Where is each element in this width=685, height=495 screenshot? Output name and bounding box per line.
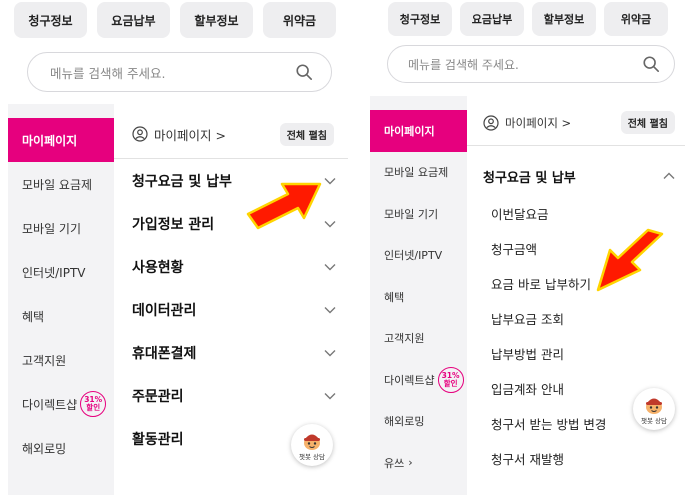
chevron-down-icon bbox=[324, 306, 336, 313]
sidebar-item-mobile-device[interactable]: 모바일 기기 bbox=[370, 193, 467, 235]
submenu-bill-reissue[interactable]: 청구서 재발행 bbox=[467, 441, 685, 476]
quick-installment-button[interactable]: 할부정보 bbox=[180, 2, 253, 38]
mypage-link-label: 마이페이지 > bbox=[154, 127, 226, 143]
mypage-link-label: 마이페이지 > bbox=[505, 115, 572, 130]
sidebar-item-mobile-plan[interactable]: 모바일 요금제 bbox=[8, 162, 114, 206]
sidebar-item-direct-shop[interactable]: 다이렉트샵 31% 할인 bbox=[8, 382, 114, 426]
chevron-down-icon bbox=[324, 220, 336, 227]
quick-pay-bill-button[interactable]: 요금납부 bbox=[97, 2, 170, 38]
sidebar-item-benefits[interactable]: 혜택 bbox=[8, 294, 114, 338]
search-input[interactable]: 메뉴를 검색해 주세요. bbox=[387, 45, 675, 83]
sidebar-item-label: 다이렉트샵 bbox=[384, 373, 435, 387]
category-phone-payment[interactable]: 휴대폰결제 bbox=[114, 331, 348, 374]
search-icon[interactable] bbox=[642, 55, 660, 73]
quick-penalty-button[interactable]: 위약금 bbox=[263, 2, 336, 38]
discount-badge-text: 할인 bbox=[86, 403, 101, 412]
category-data[interactable]: 데이터관리 bbox=[114, 288, 348, 331]
mypage-header: 마이페이지 > 전체 펼침 bbox=[467, 96, 685, 146]
search-input[interactable]: 메뉴를 검색해 주세요. bbox=[27, 52, 332, 92]
discount-badge-text: 할인 bbox=[443, 378, 458, 388]
sidebar: 마이페이지 모바일 요금제 모바일 기기 인터넷/IPTV 혜택 고객지원 다이… bbox=[370, 96, 467, 495]
sidebar-item-internet-iptv[interactable]: 인터넷/IPTV bbox=[370, 235, 467, 277]
chevron-down-icon bbox=[324, 177, 336, 184]
sidebar-item-label: 다이렉트샵 bbox=[22, 397, 78, 412]
chevron-up-icon bbox=[663, 172, 675, 179]
chevron-down-icon bbox=[324, 263, 336, 270]
sidebar: 마이페이지 모바일 요금제 모바일 기기 인터넷/IPTV 혜택 고객지원 다이… bbox=[8, 104, 114, 495]
sidebar-item-mypage[interactable]: 마이페이지 bbox=[8, 118, 114, 162]
sidebar-item-mobile-device[interactable]: 모바일 기기 bbox=[8, 206, 114, 250]
red-arrow-icon bbox=[596, 228, 664, 292]
sidebar-item-mobile-plan[interactable]: 모바일 요금제 bbox=[370, 152, 467, 194]
quick-pay-bill-button[interactable]: 요금납부 bbox=[460, 2, 524, 36]
category-label: 가입정보 관리 bbox=[132, 216, 215, 233]
quick-installment-button[interactable]: 할부정보 bbox=[532, 2, 596, 36]
chatbot-mascot-icon bbox=[304, 434, 320, 450]
category-usage[interactable]: 사용현황 bbox=[114, 245, 348, 288]
category-label: 사용현황 bbox=[132, 259, 184, 276]
person-icon bbox=[483, 114, 499, 131]
category-label: 데이터관리 bbox=[132, 302, 197, 319]
category-label: 활동관리 bbox=[132, 431, 184, 448]
submenu-this-month-bill[interactable]: 이번달요금 bbox=[467, 196, 685, 231]
search-placeholder: 메뉴를 검색해 주세요. bbox=[50, 65, 166, 81]
category-label: 청구요금 및 납부 bbox=[483, 170, 576, 186]
discount-badge: 31% 할인 bbox=[80, 391, 107, 417]
mypage-link[interactable]: 마이페이지 > bbox=[132, 125, 226, 144]
category-label: 청구요금 및 납부 bbox=[132, 173, 232, 190]
mypage-header: 마이페이지 > 전체 펼침 bbox=[114, 104, 348, 159]
expand-all-button[interactable]: 전체 펼침 bbox=[279, 122, 334, 146]
category-orders[interactable]: 주문관리 bbox=[114, 374, 348, 417]
quick-billing-info-button[interactable]: 청구정보 bbox=[388, 2, 452, 36]
submenu-payment-history[interactable]: 납부요금 조회 bbox=[467, 301, 685, 336]
sidebar-item-internet-iptv[interactable]: 인터넷/IPTV bbox=[8, 250, 114, 294]
expand-all-button[interactable]: 전체 펼침 bbox=[620, 111, 675, 134]
search-placeholder: 메뉴를 검색해 주세요. bbox=[408, 57, 519, 72]
chatbot-button[interactable]: 챗봇 상담 bbox=[633, 388, 675, 430]
sidebar-item-support[interactable]: 고객지원 bbox=[8, 338, 114, 382]
sidebar-item-mypage[interactable]: 마이페이지 bbox=[370, 110, 467, 152]
discount-badge: 31% 할인 bbox=[437, 366, 464, 393]
sidebar-item-roaming[interactable]: 해외로밍 bbox=[8, 426, 114, 470]
chatbot-button[interactable]: 챗봇 상담 bbox=[291, 424, 333, 466]
chatbot-label: 챗봇 상담 bbox=[641, 416, 667, 425]
sidebar-item-label: 유쓰 bbox=[384, 456, 405, 470]
sidebar-item-benefits[interactable]: 혜택 bbox=[370, 276, 467, 318]
red-arrow-icon bbox=[246, 182, 322, 230]
chevron-down-icon bbox=[324, 349, 336, 356]
sidebar-item-support[interactable]: 고객지원 bbox=[370, 318, 467, 360]
sidebar-item-youth[interactable]: 유쓰 › bbox=[370, 442, 467, 484]
left-screenshot: 청구정보 요금납부 할부정보 위약금 메뉴를 검색해 주세요. 마이페이지 모바… bbox=[0, 0, 348, 495]
quick-billing-info-button[interactable]: 청구정보 bbox=[14, 2, 87, 38]
quick-penalty-button[interactable]: 위약금 bbox=[604, 2, 668, 36]
search-icon[interactable] bbox=[295, 63, 313, 81]
sidebar-item-roaming[interactable]: 해외로밍 bbox=[370, 401, 467, 443]
chatbot-label: 챗봇 상담 bbox=[299, 452, 325, 461]
mypage-link[interactable]: 마이페이지 > bbox=[483, 114, 572, 131]
submenu-payment-method[interactable]: 납부방법 관리 bbox=[467, 336, 685, 371]
quick-menu: 청구정보 요금납부 할부정보 위약금 bbox=[14, 2, 336, 38]
category-label: 휴대폰결제 bbox=[132, 345, 197, 362]
chevron-right-icon: › bbox=[408, 456, 413, 470]
right-screenshot: 청구정보 요금납부 할부정보 위약금 메뉴를 검색해 주세요. 마이페이지 모바… bbox=[370, 0, 685, 495]
sidebar-item-direct-shop[interactable]: 다이렉트샵 31% 할인 bbox=[370, 359, 467, 401]
chatbot-mascot-icon bbox=[646, 398, 662, 414]
chevron-down-icon bbox=[324, 392, 336, 399]
category-label: 주문관리 bbox=[132, 388, 184, 405]
quick-menu: 청구정보 요금납부 할부정보 위약금 bbox=[388, 2, 668, 36]
category-billing[interactable]: 청구요금 및 납부 bbox=[467, 156, 685, 196]
person-icon bbox=[132, 126, 148, 142]
